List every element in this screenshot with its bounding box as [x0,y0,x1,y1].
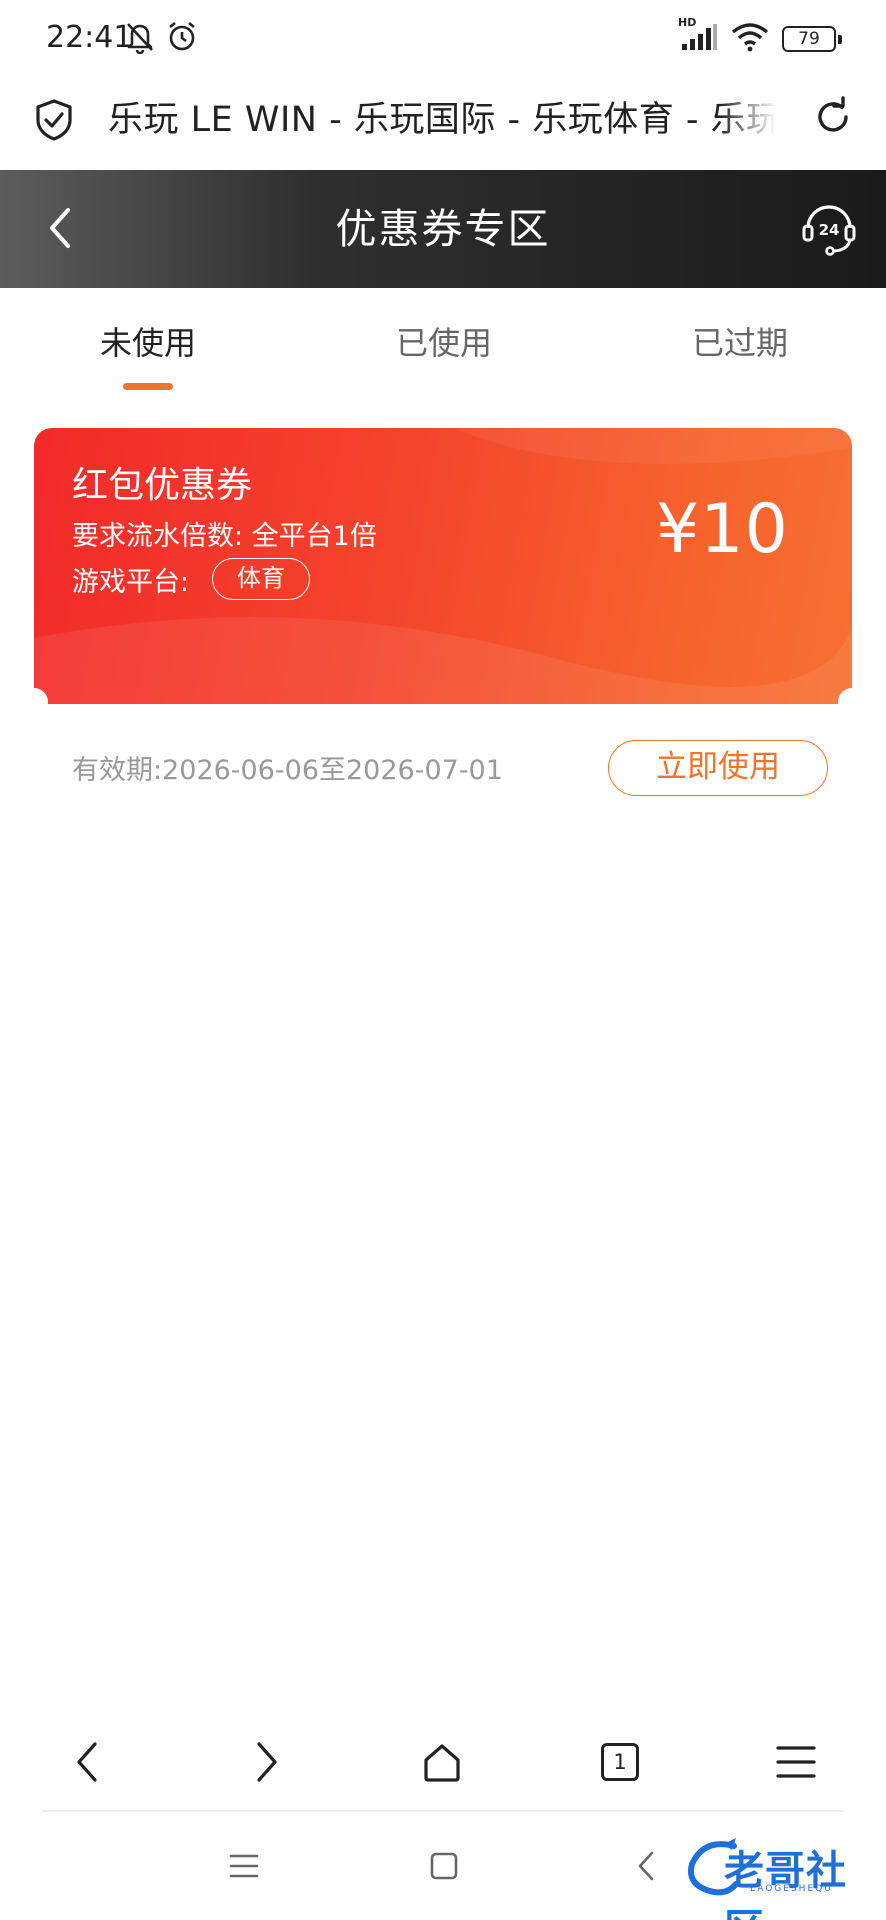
support-badge: 24 [819,221,840,239]
active-tab-indicator [123,383,173,390]
home-icon[interactable] [414,1734,470,1790]
watermark-text: 老哥社区 [724,1848,847,1920]
shield-check-icon[interactable] [34,98,74,146]
system-back-icon[interactable] [624,1844,668,1888]
tabs-icon[interactable]: 1 [592,1734,648,1790]
coupon-amount: ¥10 [656,490,789,569]
url-fade [720,92,776,148]
battery-icon: 79 [782,26,842,52]
tab-count: 1 [601,1743,639,1781]
browser-toolbar: 1 [0,1712,886,1812]
battery-level: 79 [798,29,820,49]
app-header: 优惠券专区 24 [0,170,886,288]
coupon-requirement: 要求流水倍数: 全平台1倍 [72,521,377,552]
platform-tag: 体育 [212,558,310,600]
network-badge: HD [678,16,697,29]
browser-url-bar[interactable]: 乐玩 LE WIN - 乐玩国际 - 乐玩体育 - 乐玩 [0,76,886,170]
coupon-notch-left [20,688,48,716]
tab-used[interactable]: 已使用 [344,318,544,364]
signal-icon: HD [678,16,718,56]
wifi-icon [730,22,770,56]
status-bar: 22:41 HD 79 [0,0,886,76]
coupon-notch-right [838,688,866,716]
coupon-platform-label: 游戏平台: [72,567,190,598]
watermark-logo: 老哥社区 LAOGESHEQU [684,1836,874,1920]
back-arrow-icon[interactable] [60,1734,116,1790]
customer-service-button[interactable]: 24 [800,198,858,256]
watermark-subtext: LAOGESHEQU [750,1884,833,1894]
home-square-icon[interactable] [422,1844,466,1888]
forward-arrow-icon[interactable] [238,1734,294,1790]
bell-off-icon [124,20,156,58]
menu-icon[interactable] [768,1734,824,1790]
alarm-icon [166,20,198,58]
page-title-url[interactable]: 乐玩 LE WIN - 乐玩国际 - 乐玩体育 - 乐玩 [108,92,774,148]
page-title: 优惠券专区 [335,205,551,253]
recent-apps-icon[interactable] [222,1844,266,1888]
tab-expired[interactable]: 已过期 [640,318,840,364]
headset-icon: 24 [802,205,856,256]
tab-unused[interactable]: 未使用 [48,318,248,364]
status-time: 22:41 [46,20,133,55]
coupon-tabs: 未使用 已使用 已过期 [0,288,886,398]
use-now-button[interactable]: 立即使用 [608,740,828,796]
status-right-icons: HD 79 [678,16,842,56]
status-left-icons [124,20,198,58]
coupon-title: 红包优惠券 [72,465,253,506]
coupon-validity: 有效期:2026-06-06至2026-07-01 [72,755,503,786]
refresh-icon[interactable] [812,96,854,142]
